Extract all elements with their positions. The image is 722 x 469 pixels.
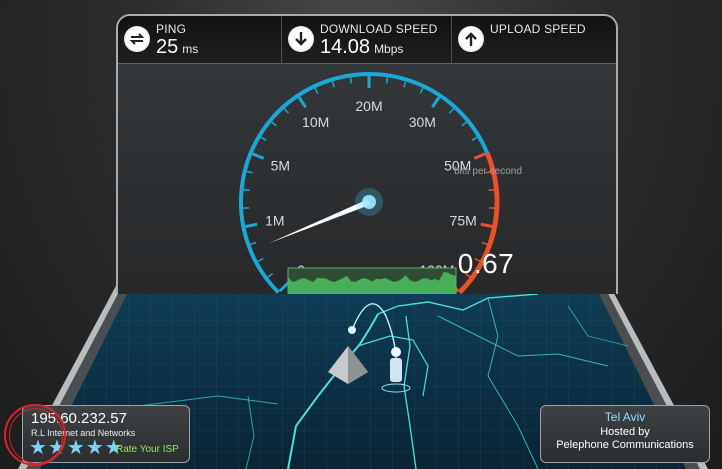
speed-gauge: 01M5M10M20M30M50M75M100M bbox=[239, 72, 500, 294]
gauge-minor-tick bbox=[257, 257, 264, 263]
gauge-minor-tick bbox=[250, 241, 257, 246]
host-name: Pelephone Communications bbox=[556, 439, 694, 451]
gauge-minor-tick bbox=[403, 81, 407, 88]
gauge-tick bbox=[431, 96, 441, 109]
gauge-tick-label: 75M bbox=[450, 213, 477, 229]
gauge-tick bbox=[297, 96, 307, 109]
gauge-minor-tick bbox=[314, 87, 319, 94]
gauge-minor-tick bbox=[349, 77, 353, 84]
gauge-tick bbox=[252, 152, 265, 160]
rate-isp-link[interactable]: Rate Your ISP bbox=[116, 444, 179, 455]
speedtest-app: PING 25 ms DOWNLOAD SPEED 14.08 Mbps UPLOA… bbox=[0, 0, 722, 469]
gauge-tick-label: 10M bbox=[302, 114, 329, 130]
speed-readout: 0.67 bbox=[457, 248, 515, 279]
gauge-minor-tick bbox=[243, 188, 250, 191]
gauge-hub-glow bbox=[355, 188, 383, 216]
gauge-tick bbox=[278, 281, 290, 293]
server-info-box[interactable]: Tel Aviv Hosted by Pelephone Communicati… bbox=[540, 405, 710, 463]
gauge-minor-tick bbox=[488, 188, 495, 191]
gauge-tick bbox=[473, 152, 486, 160]
server-city: Tel Aviv bbox=[604, 410, 646, 424]
gauge-minor-tick bbox=[271, 121, 277, 127]
gauge-tick-label: 20M bbox=[355, 98, 382, 114]
gauge-minor-tick bbox=[385, 77, 389, 84]
gauge-tick-label: 30M bbox=[409, 114, 436, 130]
gauge-caption: bits per second bbox=[454, 166, 522, 177]
rating-star-icon[interactable]: ★ bbox=[67, 438, 85, 458]
gauge-minor-tick bbox=[419, 87, 424, 94]
gauge-minor-tick bbox=[267, 272, 274, 278]
gauge-tick bbox=[480, 222, 493, 229]
gauge-minor-tick bbox=[331, 81, 335, 88]
gauge-minor-tick bbox=[471, 136, 478, 141]
gauge-minor-tick bbox=[481, 241, 488, 246]
gauge-tick bbox=[245, 222, 258, 229]
hosted-by-label: Hosted by bbox=[600, 426, 650, 438]
gauge-panel: PING 25 ms DOWNLOAD SPEED 14.08 Mbps UPLOA… bbox=[116, 14, 618, 294]
gauge-tick-label: 5M bbox=[271, 157, 290, 173]
gauge-minor-tick bbox=[283, 108, 289, 114]
gauge-minor-tick bbox=[461, 121, 467, 127]
gauge-minor-tick bbox=[260, 136, 267, 141]
gauge-tick-label: 1M bbox=[265, 213, 284, 229]
gauge-minor-tick bbox=[246, 170, 253, 174]
gauge-minor-tick bbox=[449, 108, 455, 114]
rating-star-icon[interactable]: ★ bbox=[86, 438, 104, 458]
